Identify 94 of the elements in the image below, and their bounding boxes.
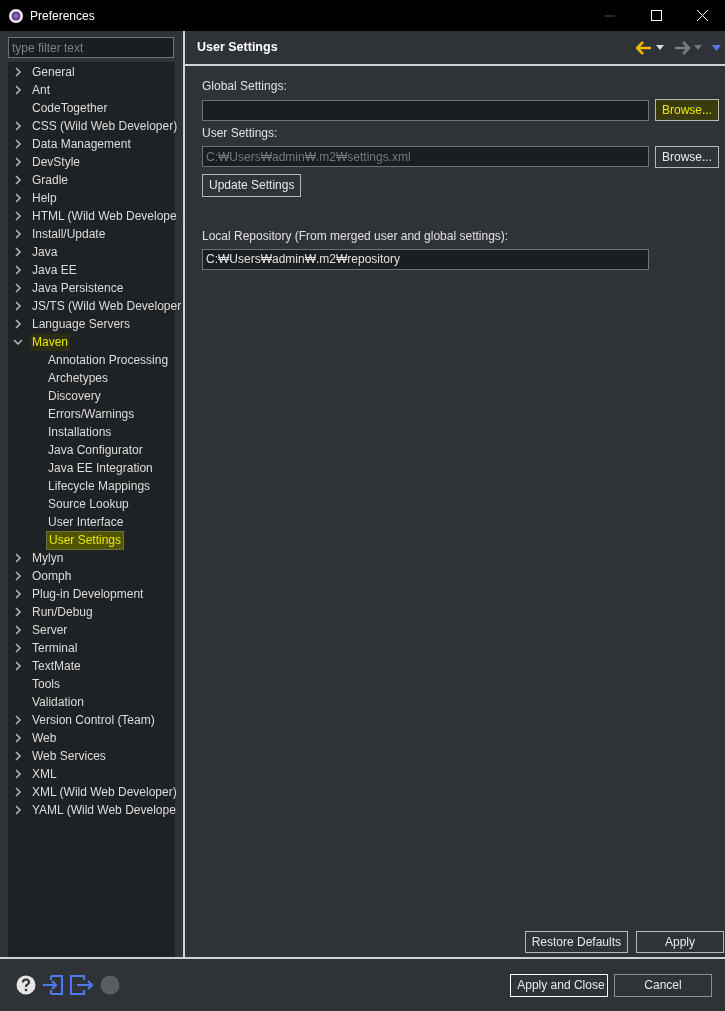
tree-item[interactable]: Archetypes xyxy=(46,369,111,387)
expand-chevron-icon[interactable] xyxy=(13,589,23,599)
tree-item[interactable]: Ant xyxy=(30,81,52,99)
tree-item[interactable]: JS/TS (Wild Web Developer xyxy=(30,297,184,315)
apply-and-close-button[interactable]: Apply and Close xyxy=(510,973,609,997)
tree-item[interactable]: Maven xyxy=(30,333,71,351)
filter-field[interactable]: type filter text xyxy=(8,37,174,58)
apply-button[interactable]: Apply xyxy=(636,931,724,953)
tree-item[interactable]: Help xyxy=(30,189,59,207)
export-icon[interactable] xyxy=(70,975,94,995)
expand-chevron-icon[interactable] xyxy=(13,85,23,95)
expand-chevron-icon[interactable] xyxy=(13,67,23,77)
menu-caret-icon[interactable] xyxy=(712,44,721,51)
tree-item[interactable]: XML (Wild Web Developer) xyxy=(30,783,179,801)
expand-chevron-icon[interactable] xyxy=(13,769,23,779)
tree-item[interactable]: Language Servers xyxy=(30,315,133,333)
tree-item[interactable]: Java xyxy=(30,243,60,261)
tree-item[interactable]: Version Control (Team) xyxy=(30,711,157,729)
tree-item[interactable]: Oomph xyxy=(30,567,74,585)
tree-item[interactable]: Errors/Warnings xyxy=(46,405,137,423)
expand-chevron-icon[interactable] xyxy=(13,139,23,149)
local-repository-field[interactable]: C:₩Users₩admin₩.m2₩repository xyxy=(202,248,649,270)
expand-chevron-icon[interactable] xyxy=(13,643,23,653)
tree-item[interactable]: Install/Update xyxy=(30,225,108,243)
expand-chevron-icon[interactable] xyxy=(13,247,23,257)
maximize-icon[interactable] xyxy=(650,10,662,21)
tree-item[interactable]: Plug-in Development xyxy=(30,585,146,603)
expand-chevron-icon[interactable] xyxy=(13,265,23,275)
back-arrow-icon[interactable] xyxy=(636,40,652,55)
page-title: User Settings xyxy=(197,39,278,57)
restore-defaults-button[interactable]: Restore Defaults xyxy=(524,931,628,953)
global-settings-field[interactable] xyxy=(202,99,649,121)
expand-chevron-icon[interactable] xyxy=(13,787,23,797)
tree-item[interactable]: Discovery xyxy=(46,387,103,405)
expand-chevron-icon[interactable] xyxy=(13,805,23,815)
tree-item[interactable]: HTML (Wild Web Develope xyxy=(30,207,179,225)
browse-button[interactable]: Browse... xyxy=(655,99,719,121)
close-icon[interactable] xyxy=(696,10,708,21)
import-icon[interactable] xyxy=(42,975,64,995)
tree-item[interactable]: XML xyxy=(30,765,59,783)
caret-icon[interactable] xyxy=(656,45,664,50)
expand-chevron-icon[interactable] xyxy=(13,571,23,581)
expand-chevron-icon[interactable] xyxy=(13,751,23,761)
expand-chevron-icon[interactable] xyxy=(13,283,23,293)
tree-item[interactable]: DevStyle xyxy=(30,153,83,171)
window-title: Preferences xyxy=(30,7,95,25)
expand-chevron-icon[interactable] xyxy=(13,211,23,221)
tree-item[interactable]: User Interface xyxy=(46,513,126,531)
tree-item[interactable]: Web Services xyxy=(30,747,108,765)
tree-item[interactable]: Validation xyxy=(30,693,86,711)
help-icon[interactable] xyxy=(16,975,36,995)
tree-item[interactable]: Terminal xyxy=(30,639,80,657)
tree-item[interactable]: TextMate xyxy=(30,657,83,675)
field-label: User Settings: xyxy=(202,124,279,142)
expand-chevron-icon[interactable] xyxy=(13,319,23,329)
expand-chevron-icon[interactable] xyxy=(13,301,23,311)
expand-chevron-icon[interactable] xyxy=(13,175,23,185)
tree-item[interactable]: Source Lookup xyxy=(46,495,131,513)
tree-item[interactable]: User Settings xyxy=(46,530,125,550)
field-label: Global Settings: xyxy=(202,78,288,95)
app-icon xyxy=(8,7,24,24)
tree-item[interactable]: Server xyxy=(30,621,70,639)
tree-item[interactable]: Gradle xyxy=(30,171,71,189)
tree-item[interactable]: Mylyn xyxy=(30,549,66,567)
tree-item[interactable]: Lifecycle Mappings xyxy=(46,477,153,495)
field-label: Local Repository (From merged user and global settings): xyxy=(202,227,510,245)
tree-item[interactable]: CSS (Wild Web Developer) xyxy=(30,117,180,135)
tree-item[interactable]: Installations xyxy=(46,423,114,441)
expand-chevron-icon[interactable] xyxy=(13,121,23,131)
tree-item[interactable]: Java Configurator xyxy=(46,441,145,459)
expand-chevron-icon[interactable] xyxy=(13,733,23,743)
expand-chevron-icon[interactable] xyxy=(13,625,23,635)
collapse-chevron-icon[interactable] xyxy=(13,337,23,347)
expand-chevron-icon[interactable] xyxy=(13,661,23,671)
expand-chevron-icon[interactable] xyxy=(13,157,23,167)
tree-item[interactable]: Web xyxy=(30,729,59,747)
cancel-button[interactable]: Cancel xyxy=(614,973,712,997)
tree-item[interactable]: Annotation Processing xyxy=(46,351,171,369)
expand-chevron-icon[interactable] xyxy=(13,715,23,725)
expand-chevron-icon[interactable] xyxy=(13,553,23,563)
expand-chevron-icon[interactable] xyxy=(13,607,23,617)
expand-chevron-icon[interactable] xyxy=(13,229,23,239)
expand-chevron-icon[interactable] xyxy=(13,193,23,203)
tree-item[interactable]: Tools xyxy=(30,675,62,693)
tree-item[interactable]: CodeTogether xyxy=(30,99,110,117)
tree-item[interactable]: Run/Debug xyxy=(30,603,95,621)
tree-item[interactable]: Java EE Integration xyxy=(46,459,155,477)
tree-item[interactable]: Java Persistence xyxy=(30,279,126,297)
tree-item[interactable]: YAML (Wild Web Develope xyxy=(30,801,178,819)
tree-item[interactable]: General xyxy=(30,63,77,81)
tree-item[interactable]: Data Management xyxy=(30,135,133,153)
update-settings-button[interactable]: Update Settings xyxy=(202,173,302,197)
forward-arrow-icon[interactable] xyxy=(674,40,690,55)
tree-item[interactable]: Java EE xyxy=(30,261,79,279)
